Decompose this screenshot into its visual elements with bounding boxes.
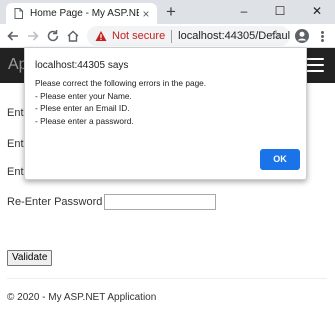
menu-icon[interactable] <box>316 28 328 44</box>
tab-title: Home Page - My ASP.NET Applic <box>30 8 139 19</box>
warning-icon <box>95 30 107 42</box>
dialog-title: localhost:44305 says <box>35 60 129 71</box>
back-arrow-icon[interactable] <box>5 28 21 44</box>
dialog-message-line: Please correct the following errors in t… <box>35 78 207 88</box>
reenter-password-row: Re-Enter Password <box>7 194 217 210</box>
footer-divider <box>7 278 327 279</box>
ok-button[interactable]: OK <box>260 149 300 170</box>
reenter-password-input[interactable] <box>104 194 217 210</box>
page-favicon <box>13 8 24 19</box>
footer-text: © 2020 - My ASP.NET Application <box>7 292 157 303</box>
dialog-message-line: - Please enter your Name. <box>35 90 132 101</box>
dialog-message-line: - Please enter a password. <box>35 115 134 126</box>
address-bar[interactable]: Not secure localhost:44305/Default <box>87 26 290 46</box>
dialog-message: Please correct the following errors in t… <box>35 77 295 127</box>
profile-icon[interactable] <box>294 28 310 44</box>
security-status[interactable]: Not secure <box>112 30 165 42</box>
home-icon[interactable] <box>65 28 81 44</box>
window-close-button[interactable]: ✕ <box>299 0 335 22</box>
browser-tab[interactable]: Home Page - My ASP.NET Applic × <box>6 3 157 24</box>
window-minimize-button[interactable]: – <box>226 0 262 22</box>
hamburger-icon[interactable] <box>306 58 324 72</box>
new-tab-button[interactable]: + <box>163 3 179 20</box>
reload-icon[interactable] <box>45 28 61 44</box>
validate-button[interactable]: Validate <box>7 250 53 266</box>
tab-strip: Home Page - My ASP.NET Applic × + – ☐ ✕ <box>0 0 335 24</box>
dialog-message-line: - Plese enter an Email ID. <box>35 103 130 113</box>
browser-toolbar: Not secure localhost:44305/Default ☆ <box>0 24 335 48</box>
star-icon[interactable]: ☆ <box>268 27 284 43</box>
alert-dialog: localhost:44305 says Please correct the … <box>24 48 307 180</box>
forward-arrow-icon[interactable] <box>25 28 41 44</box>
tab-close-icon[interactable]: × <box>139 7 153 21</box>
address-separator <box>171 29 173 43</box>
window-maximize-button[interactable]: ☐ <box>262 0 298 22</box>
reenter-password-label: Re-Enter Password <box>7 196 103 208</box>
